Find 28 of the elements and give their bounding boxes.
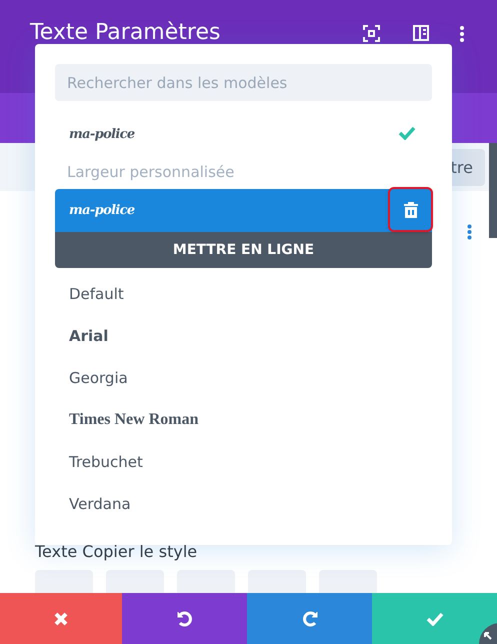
font-option[interactable]: Default — [55, 273, 432, 315]
close-icon — [54, 612, 68, 626]
panel-title: Texte Paramètres — [30, 19, 220, 47]
redo-icon — [300, 610, 318, 628]
cancel-button[interactable] — [0, 593, 122, 644]
section-heading: Largeur personnalisée — [66, 162, 236, 184]
section-label: Texte Copier le style — [35, 541, 198, 563]
more-options-icon[interactable] — [467, 224, 472, 240]
font-option[interactable]: Georgia — [55, 357, 432, 399]
font-option[interactable]: ma-police — [55, 189, 432, 232]
search-field[interactable]: Rechercher dans les modèles — [55, 64, 432, 101]
undo-icon — [176, 610, 194, 628]
font-option[interactable]: Verdana — [55, 483, 432, 525]
check-icon — [426, 612, 444, 626]
trash-icon — [404, 202, 418, 218]
more-options-icon[interactable] — [459, 25, 465, 43]
font-option[interactable]: Times New Roman — [55, 399, 432, 441]
save-button[interactable] — [372, 593, 497, 644]
font-option[interactable]: ma-police — [55, 114, 432, 156]
font-option[interactable]: Arial — [55, 315, 432, 357]
undo-button[interactable] — [122, 593, 247, 644]
scrollbar[interactable] — [489, 143, 497, 238]
sidebar-layout-icon[interactable] — [413, 25, 429, 41]
font-option[interactable]: Trebuchet — [55, 441, 432, 483]
delete-button[interactable] — [388, 187, 433, 232]
fullscreen-icon[interactable] — [363, 25, 380, 42]
resize-handle-icon[interactable] — [479, 623, 497, 644]
upload-button[interactable]: METTRE EN LIGNE — [55, 232, 432, 268]
